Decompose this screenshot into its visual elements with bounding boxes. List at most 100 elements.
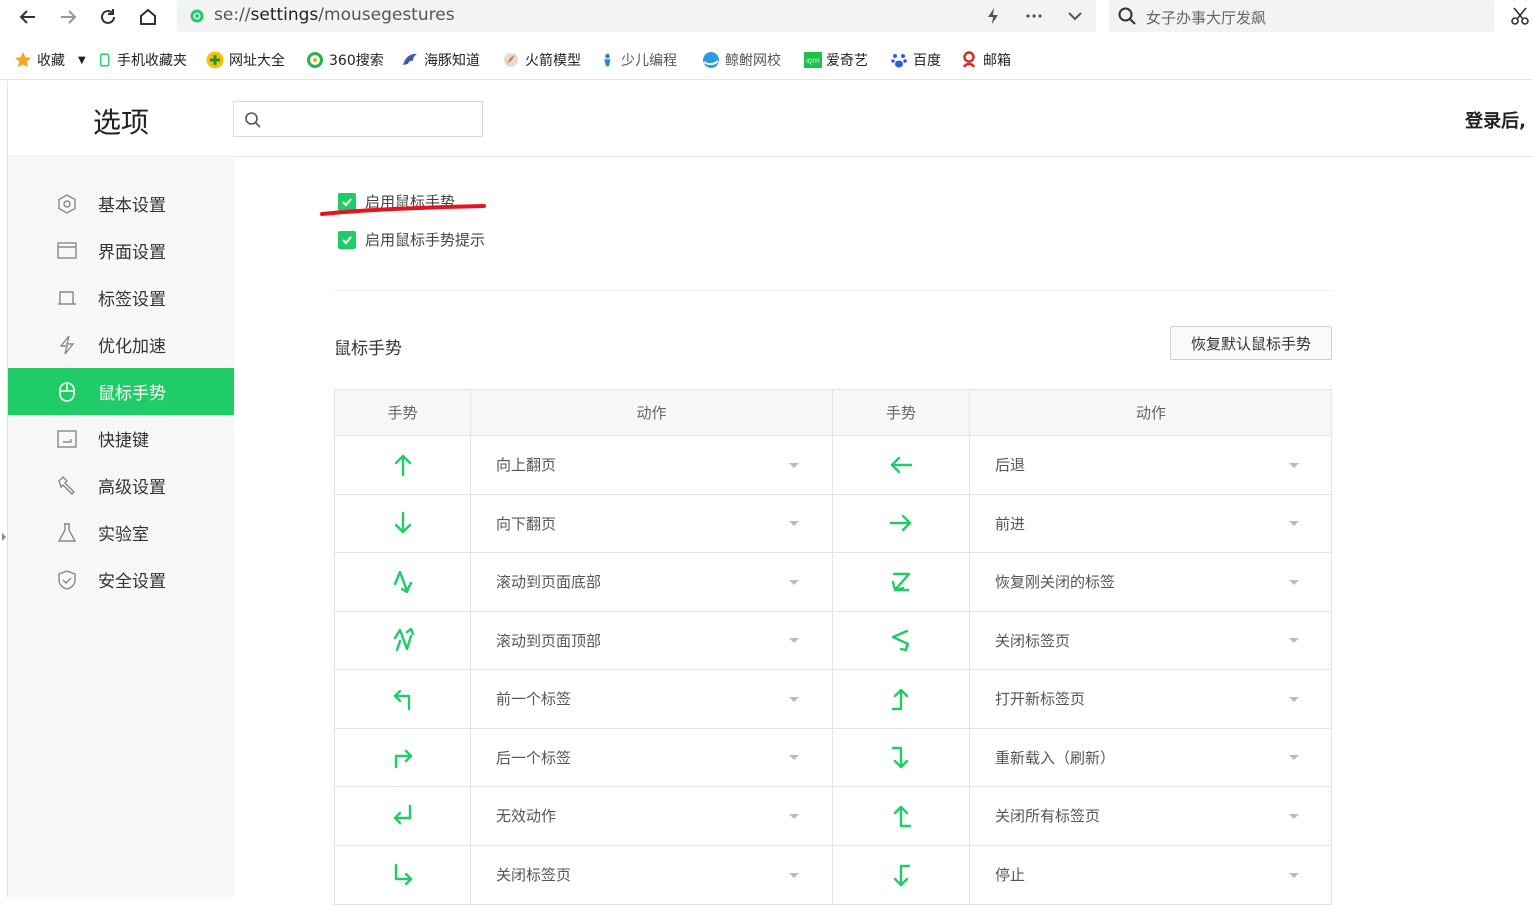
forward-button[interactable] xyxy=(55,4,81,30)
settings-page: 选项 登录后, 基本设置 界面设置 标签设置 优化加速 鼠标手势 快捷键 高级设… xyxy=(2,81,1533,905)
action-select[interactable]: 重新载入（刷新） xyxy=(970,729,1332,787)
url-text: se://settings/mousegestures xyxy=(214,5,455,25)
back-arrow-icon xyxy=(19,10,35,24)
phone-icon xyxy=(100,53,110,67)
settings-search-input[interactable] xyxy=(233,101,483,137)
login-prompt[interactable]: 登录后, xyxy=(1465,107,1526,133)
collapse-caret-icon[interactable] xyxy=(2,533,6,541)
action-select[interactable]: 关闭标签页 xyxy=(970,612,1332,670)
star-icon xyxy=(15,52,31,68)
reload-button[interactable] xyxy=(95,4,121,30)
bookmark-kids-coding[interactable]: 少儿编程 xyxy=(602,50,677,70)
dropdown-caret-icon xyxy=(789,579,799,585)
action-select[interactable]: 向上翻页 xyxy=(471,436,833,494)
sidebar-item-shortcuts[interactable]: 快捷键 xyxy=(8,415,234,462)
action-select[interactable]: 后退 xyxy=(970,436,1332,494)
section-divider xyxy=(334,290,1332,291)
reload-icon xyxy=(101,9,115,24)
bookmark-whale-school[interactable]: 鲸鲋网校 xyxy=(702,50,781,70)
dropdown-caret-icon xyxy=(789,872,799,878)
dropdown-caret-icon xyxy=(1289,638,1299,644)
sidebar-item-security[interactable]: 安全设置 xyxy=(8,556,234,603)
action-select[interactable]: 关闭标签页 xyxy=(471,845,833,904)
table-header: 手势 动作 手势 动作 xyxy=(335,390,1331,436)
enable-gesture-hints-checkbox[interactable]: 启用鼠标手势提示 xyxy=(338,229,485,250)
gesture-cell xyxy=(335,787,471,845)
gesture-cell xyxy=(335,611,471,669)
sidebar-item-interface[interactable]: 界面设置 xyxy=(8,227,234,274)
bookmark-360search[interactable]: 360搜索 xyxy=(306,50,384,70)
bookmark-mobile[interactable]: 手机收藏夹 xyxy=(100,50,187,70)
chevron-down-icon[interactable] xyxy=(1065,6,1085,26)
arrow-down-icon xyxy=(394,512,411,534)
reverse-z-icon xyxy=(891,630,910,652)
sidebar-item-tabs[interactable]: 标签设置 xyxy=(8,274,234,321)
column-header-gesture: 手势 xyxy=(335,390,471,435)
settings-header: 选项 登录后, xyxy=(8,81,1533,157)
search-icon xyxy=(1118,7,1136,25)
table-row: 无效动作 关闭所有标签页 xyxy=(335,787,1331,846)
sidebar-item-optimize[interactable]: 优化加速 xyxy=(8,321,234,368)
plus-circle-icon xyxy=(206,51,224,69)
action-select[interactable]: 前一个标签 xyxy=(471,670,833,728)
right-then-down-icon xyxy=(891,747,909,769)
action-select[interactable]: 打开新标签页 xyxy=(970,670,1332,728)
down-then-left-icon xyxy=(393,804,411,824)
bookmark-favorites[interactable]: 收藏 ▼ xyxy=(14,50,86,70)
action-select[interactable]: 前进 xyxy=(970,495,1332,553)
bookmark-iqiyi[interactable]: iQIYI 爱奇艺 xyxy=(804,50,868,70)
gesture-cell xyxy=(833,670,970,728)
up-then-right-icon xyxy=(394,750,412,769)
settings-sidebar: 基本设置 界面设置 标签设置 优化加速 鼠标手势 快捷键 高级设置 实验室 安全… xyxy=(8,158,234,897)
bookmark-mail[interactable]: 邮箱 xyxy=(960,50,1011,70)
bookmark-sites[interactable]: 网址大全 xyxy=(206,50,285,70)
restore-default-gestures-button[interactable]: 恢复默认鼠标手势 xyxy=(1170,326,1332,360)
search-box[interactable]: 女子办事大厅发飙 xyxy=(1109,0,1494,32)
action-select[interactable]: 滚动到页面底部 xyxy=(471,553,833,611)
scissors-icon[interactable] xyxy=(1510,6,1530,26)
action-select[interactable]: 停止 xyxy=(970,846,1332,905)
column-header-action: 动作 xyxy=(471,390,833,435)
table-row: 前一个标签 打开新标签页 xyxy=(335,670,1331,729)
bookmark-baidu[interactable]: 百度 xyxy=(890,50,941,70)
dropdown-caret-icon xyxy=(1289,462,1299,468)
action-select[interactable]: 后一个标签 xyxy=(471,728,833,786)
dropdown-caret-icon xyxy=(1289,872,1299,878)
sidebar-item-lab[interactable]: 实验室 xyxy=(8,509,234,556)
bookmark-dolphin[interactable]: 海豚知道 xyxy=(401,50,480,70)
rocket-icon xyxy=(504,53,518,67)
gestures-table: 手势 动作 手势 动作 向上翻页 后退向下翻页 前进滚动到页面底部 恢复刚关闭的标签滚… xyxy=(334,389,1332,905)
action-select[interactable]: 关闭所有标签页 xyxy=(970,787,1332,845)
sidebar-item-advanced[interactable]: 高级设置 xyxy=(8,462,234,509)
lightning-icon[interactable] xyxy=(983,6,1003,26)
bookmark-rocket[interactable]: 火箭模型 xyxy=(502,50,581,70)
dropdown-caret-icon[interactable]: ▼ xyxy=(78,55,86,66)
action-select[interactable]: 向下翻页 xyxy=(471,494,833,552)
tab-icon xyxy=(58,290,76,305)
iqiyi-icon: iQIYI xyxy=(804,52,822,68)
dropdown-caret-icon xyxy=(1289,579,1299,585)
table-row: 后一个标签 重新载入（刷新） xyxy=(335,728,1332,787)
dropdown-caret-icon xyxy=(789,813,799,819)
back-button[interactable] xyxy=(15,4,41,30)
gesture-cell xyxy=(335,494,471,552)
action-select[interactable]: 滚动到页面顶部 xyxy=(471,611,833,669)
dropdown-caret-icon xyxy=(1289,813,1299,819)
home-button[interactable] xyxy=(135,4,161,30)
more-dots-icon[interactable] xyxy=(1024,6,1044,26)
dropdown-caret-icon xyxy=(789,755,799,761)
up-then-left-icon xyxy=(393,689,410,710)
address-bar[interactable]: se://settings/mousegestures xyxy=(177,0,1096,32)
gesture-cell xyxy=(335,728,471,786)
gesture-cell xyxy=(335,670,471,728)
search-360-icon xyxy=(307,52,323,68)
mail-icon xyxy=(962,51,976,68)
keyboard-icon xyxy=(57,429,77,448)
left-then-down-icon xyxy=(893,864,911,886)
sidebar-item-basic[interactable]: 基本设置 xyxy=(8,180,234,227)
dropdown-caret-icon xyxy=(1289,755,1299,761)
action-select[interactable]: 无效动作 xyxy=(471,787,833,845)
arrow-up-icon xyxy=(394,454,411,476)
action-select[interactable]: 恢复刚关闭的标签 xyxy=(970,553,1332,611)
sidebar-item-mouse-gestures[interactable]: 鼠标手势 xyxy=(8,368,234,415)
